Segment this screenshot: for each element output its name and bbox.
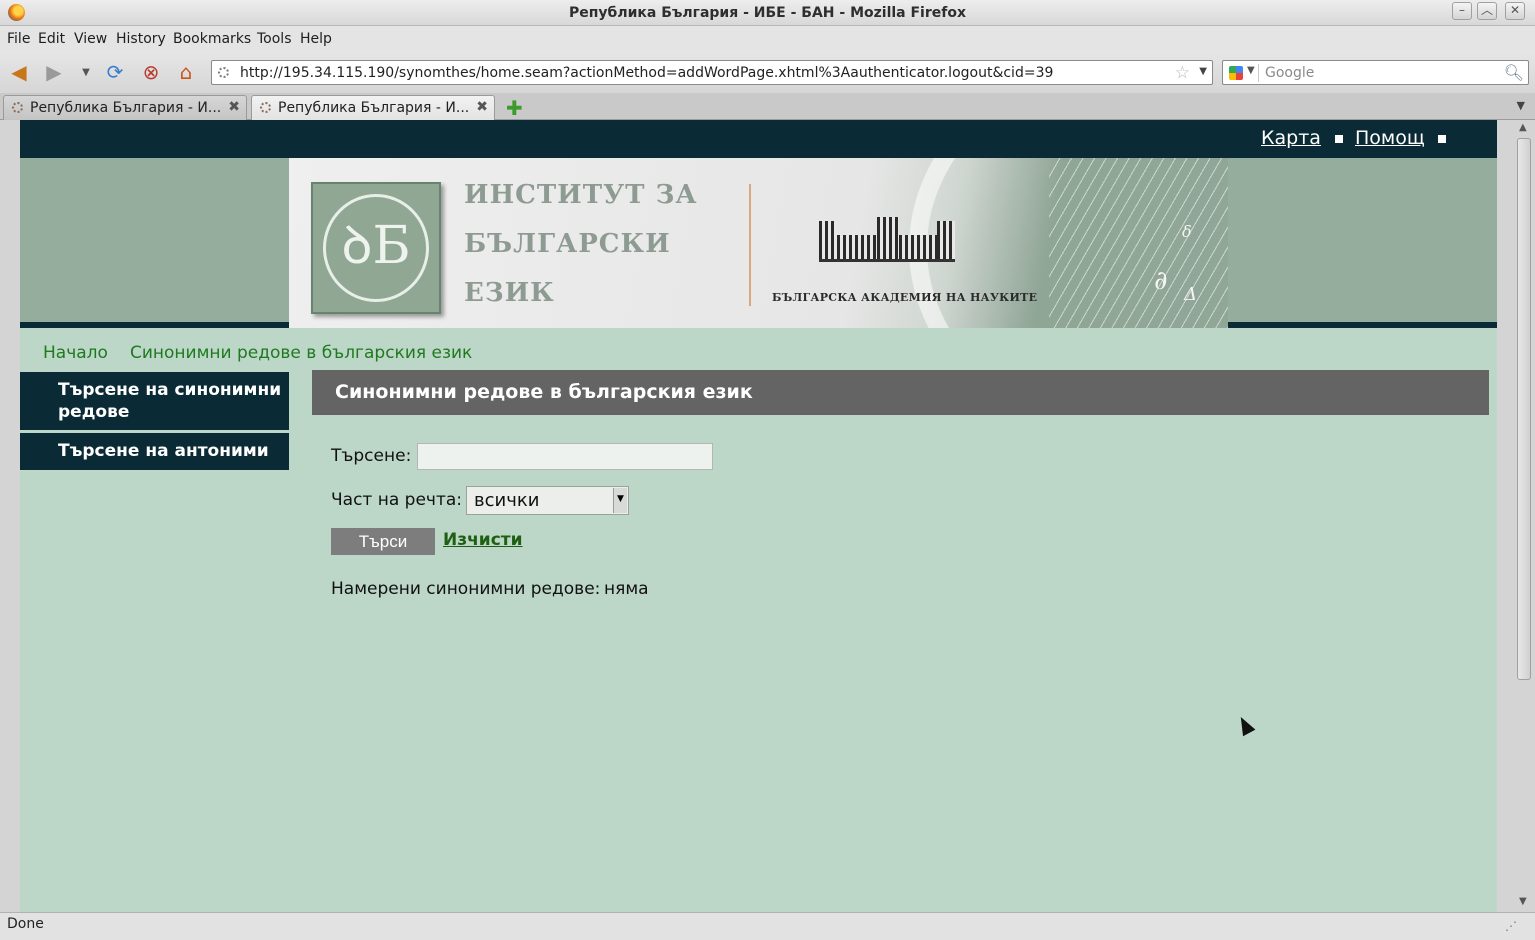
tab-favicon-icon — [12, 102, 23, 113]
window-titlebar: Република България - ИБЕ - БАН - Mozilla… — [0, 0, 1535, 26]
page-viewport: Карта Помощ ∂ Δ δ ꝺБ ИНСТИТУТ ЗА БЪЛГАРС… — [0, 120, 1535, 912]
address-bar[interactable]: http://195.34.115.190/synomthes/home.sea… — [211, 60, 1213, 85]
menu-edit[interactable]: Edit — [38, 31, 65, 47]
home-icon[interactable]: ⌂ — [174, 60, 198, 84]
part-of-speech-select[interactable]: всички ▼ — [466, 486, 629, 515]
search-button[interactable]: Търси — [331, 528, 435, 555]
web-page: Карта Помощ ∂ Δ δ ꝺБ ИНСТИТУТ ЗА БЪЛГАРС… — [20, 120, 1497, 912]
chevron-down-icon[interactable]: ▼ — [613, 488, 627, 513]
menu-help[interactable]: Help — [300, 31, 332, 47]
breadcrumb-current[interactable]: Синонимни редове в българския език — [130, 343, 472, 363]
map-link[interactable]: Карта — [1261, 127, 1321, 149]
bullet-icon — [1438, 135, 1446, 143]
tab-favicon-icon — [260, 102, 271, 113]
academy-name: БЪЛГАРСКА АКАДЕМИЯ НА НАУКИТЕ — [772, 291, 1038, 304]
stop-icon[interactable]: ⊗ — [139, 60, 163, 84]
search-bar[interactable]: ▼ Google 🔍︎ — [1222, 60, 1529, 85]
bookmark-star-icon[interactable]: ☆ — [1175, 63, 1190, 83]
banner-band: ∂ Δ δ ꝺБ ИНСТИТУТ ЗА БЪЛГАРСКИ ЕЗИК БЪЛГ… — [20, 158, 1497, 328]
decorative-letter: ∂ — [1154, 266, 1168, 296]
bullet-icon — [1335, 135, 1343, 143]
close-tab-icon[interactable]: ✖ — [476, 99, 488, 115]
search-placeholder[interactable]: Google — [1265, 65, 1314, 81]
address-text[interactable]: http://195.34.115.190/synomthes/home.sea… — [240, 65, 1053, 81]
tab-label: Република България - И... — [30, 100, 222, 116]
scroll-up-icon[interactable]: ▲ — [1519, 122, 1527, 133]
sidebar-item-antonyms[interactable]: Търсене на антоними — [20, 433, 289, 470]
navigation-toolbar: ◀ ▶ ▼ ⟳ ⊗ ⌂ http://195.34.115.190/synomt… — [0, 51, 1535, 93]
tab-list-icon[interactable]: ▼ — [1517, 99, 1525, 112]
chevron-down-icon: ▼ — [1247, 65, 1255, 76]
breadcrumb-home[interactable]: Начало — [43, 343, 108, 363]
banner-title-line: БЪЛГАРСКИ — [464, 229, 671, 259]
decorative-letter: Δ — [1184, 284, 1197, 305]
search-icon[interactable]: 🔍︎ — [1504, 63, 1524, 82]
decorative-letter: δ — [1182, 222, 1192, 241]
tab-2[interactable]: Република България - И... ✖ — [251, 95, 495, 121]
back-arrow-icon[interactable]: ◀ — [7, 60, 31, 84]
banner-title-line: ИНСТИТУТ ЗА — [464, 180, 698, 210]
window-title: Република България - ИБЕ - БАН - Mozilla… — [568, 5, 966, 21]
minimize-window-button[interactable]: – — [1452, 2, 1472, 20]
close-window-button[interactable]: ✕ — [1505, 2, 1525, 20]
clear-link[interactable]: Изчисти — [443, 530, 523, 550]
tab-bar: Република България - И... ✖ Република Бъ… — [0, 93, 1535, 121]
menu-bar: File Edit View History Bookmarks Tools H… — [0, 26, 1535, 51]
search-label: Търсене: — [331, 446, 412, 466]
resize-grip-icon[interactable]: ⋰ — [1505, 919, 1517, 933]
maximize-window-button[interactable]: ︿ — [1477, 2, 1497, 20]
help-link[interactable]: Помощ — [1355, 127, 1425, 149]
history-dropdown-icon[interactable]: ▼ — [74, 60, 98, 84]
main-heading-bar: Синонимни редове в българския език — [312, 370, 1489, 415]
scroll-down-icon[interactable]: ▼ — [1519, 896, 1527, 907]
close-tab-icon[interactable]: ✖ — [228, 99, 240, 115]
top-link-bar: Карта Помощ — [20, 120, 1497, 158]
status-text: Done — [7, 916, 44, 932]
vertical-scrollbar[interactable]: ▲ ▼ — [1515, 120, 1535, 912]
menu-view[interactable]: View — [74, 31, 107, 47]
results-value: няма — [604, 579, 649, 599]
google-icon — [1229, 66, 1243, 80]
decorative-lines — [1049, 158, 1228, 328]
address-dropdown-icon[interactable]: ▼ — [1199, 66, 1207, 77]
menu-tools[interactable]: Tools — [257, 31, 292, 47]
institute-banner: ∂ Δ δ ꝺБ ИНСТИТУТ ЗА БЪЛГАРСКИ ЕЗИК БЪЛГ… — [289, 158, 1228, 328]
tab-label: Република България - И... — [278, 100, 470, 116]
tab-1[interactable]: Република България - И... ✖ — [3, 95, 247, 120]
seal-monogram: ꝺБ — [341, 216, 411, 276]
menu-file[interactable]: File — [7, 31, 30, 47]
results-label: Намерени синонимни редове: — [331, 579, 601, 599]
scroll-thumb[interactable] — [1517, 138, 1531, 680]
select-value: всички — [474, 490, 540, 511]
reload-icon[interactable]: ⟳ — [103, 60, 127, 84]
academy-building-icon — [819, 217, 955, 262]
search-input[interactable] — [417, 443, 713, 470]
menu-history[interactable]: History — [116, 31, 166, 47]
institute-seal-logo: ꝺБ — [311, 182, 441, 314]
part-of-speech-label: Част на речта: — [331, 490, 463, 510]
sidebar-item-synonyms[interactable]: Търсене на синонимни редове — [20, 372, 289, 430]
page-title: Синонимни редове в българския език — [335, 381, 753, 403]
search-engine-selector[interactable]: ▼ — [1227, 64, 1259, 82]
status-bar: Done ⋰ — [0, 912, 1535, 940]
site-favicon-icon — [218, 67, 229, 78]
forward-arrow-icon[interactable]: ▶ — [42, 60, 66, 84]
menu-bookmarks[interactable]: Bookmarks — [173, 31, 251, 47]
banner-title-line: ЕЗИК — [464, 278, 555, 308]
banner-divider — [749, 184, 751, 306]
new-tab-plus-icon[interactable]: ✚ — [506, 96, 523, 120]
